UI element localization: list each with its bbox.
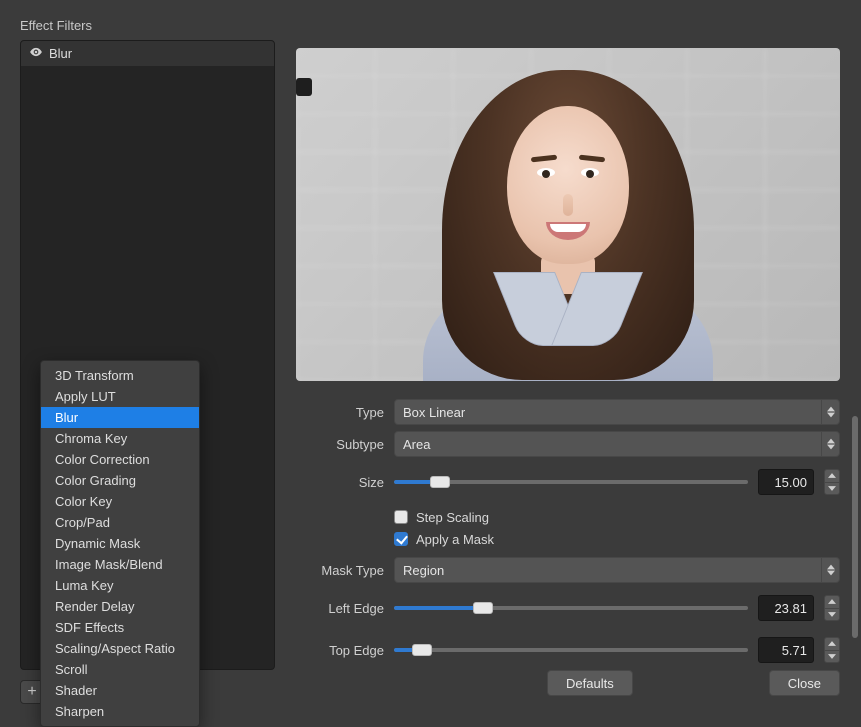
menu-item-render-delay[interactable]: Render Delay <box>41 596 199 617</box>
step-scaling-label: Step Scaling <box>416 510 489 525</box>
apply-mask-label: Apply a Mask <box>416 532 494 547</box>
filter-list-item-label: Blur <box>49 46 72 61</box>
stepper-down-icon[interactable] <box>824 608 840 622</box>
size-row: Size 15.00 <box>296 466 840 498</box>
subtype-label: Subtype <box>296 437 384 452</box>
menu-item-scaling-aspect-ratio[interactable]: Scaling/Aspect Ratio <box>41 638 199 659</box>
mask-type-dropdown[interactable]: Region <box>394 557 840 583</box>
left-edge-row: Left Edge 23.81 <box>296 592 840 624</box>
mask-type-label: Mask Type <box>296 563 384 578</box>
panel-title: Effect Filters <box>20 18 92 33</box>
menu-item-image-mask-blend[interactable]: Image Mask/Blend <box>41 554 199 575</box>
stepper-up-icon[interactable] <box>824 637 840 650</box>
menu-item-chroma-key[interactable]: Chroma Key <box>41 428 199 449</box>
left-edge-slider[interactable] <box>394 595 748 621</box>
menu-item-shader[interactable]: Shader <box>41 680 199 701</box>
subtype-dropdown[interactable]: Area <box>394 431 840 457</box>
close-button[interactable]: Close <box>769 670 840 696</box>
type-label: Type <box>296 405 384 420</box>
size-value[interactable]: 15.00 <box>758 469 814 495</box>
menu-item-dynamic-mask[interactable]: Dynamic Mask <box>41 533 199 554</box>
type-dropdown[interactable]: Box Linear <box>394 399 840 425</box>
subtype-dropdown-value: Area <box>403 437 430 452</box>
step-scaling-checkbox[interactable] <box>394 510 408 524</box>
menu-item-crop-pad[interactable]: Crop/Pad <box>41 512 199 533</box>
stepper-up-icon[interactable] <box>824 595 840 608</box>
top-edge-stepper[interactable] <box>824 637 840 663</box>
mask-type-row: Mask Type Region <box>296 554 840 586</box>
menu-item-apply-lut[interactable]: Apply LUT <box>41 386 199 407</box>
stepper-up-icon[interactable] <box>824 469 840 482</box>
subtype-row: Subtype Area <box>296 428 840 460</box>
add-filter-menu[interactable]: 3D Transform Apply LUT Blur Chroma Key C… <box>40 360 200 727</box>
menu-item-3d-transform[interactable]: 3D Transform <box>41 365 199 386</box>
size-stepper[interactable] <box>824 469 840 495</box>
visibility-icon[interactable] <box>29 45 43 62</box>
dialog-footer: Defaults Close <box>296 668 840 698</box>
size-slider[interactable] <box>394 469 748 495</box>
settings-scrollbar[interactable] <box>852 416 858 638</box>
apply-mask-row: Apply a Mask <box>296 528 840 550</box>
menu-item-luma-key[interactable]: Luma Key <box>41 575 199 596</box>
preview-dark-corner <box>296 78 312 96</box>
menu-item-color-correction[interactable]: Color Correction <box>41 449 199 470</box>
apply-mask-checkbox[interactable] <box>394 532 408 546</box>
menu-item-color-key[interactable]: Color Key <box>41 491 199 512</box>
top-edge-label: Top Edge <box>296 643 384 658</box>
left-edge-stepper[interactable] <box>824 595 840 621</box>
defaults-button[interactable]: Defaults <box>547 670 633 696</box>
plus-icon: + <box>27 684 36 700</box>
menu-item-scroll[interactable]: Scroll <box>41 659 199 680</box>
filter-preview <box>296 48 840 381</box>
menu-item-color-grading[interactable]: Color Grading <box>41 470 199 491</box>
preview-person-placeholder <box>398 48 738 381</box>
step-scaling-row: Step Scaling <box>296 506 840 528</box>
mask-type-dropdown-value: Region <box>403 563 444 578</box>
type-row: Type Box Linear <box>296 396 840 428</box>
dropdown-stepper-icon <box>821 558 839 582</box>
top-edge-row: Top Edge 5.71 <box>296 634 840 666</box>
filter-settings: Type Box Linear Subtype Area Size 15.00 <box>296 396 840 666</box>
menu-item-sdf-effects[interactable]: SDF Effects <box>41 617 199 638</box>
top-edge-slider[interactable] <box>394 637 748 663</box>
dropdown-stepper-icon <box>821 432 839 456</box>
type-dropdown-value: Box Linear <box>403 405 465 420</box>
filter-list-item[interactable]: Blur <box>21 41 274 66</box>
dropdown-stepper-icon <box>821 400 839 424</box>
left-edge-value[interactable]: 23.81 <box>758 595 814 621</box>
top-edge-value[interactable]: 5.71 <box>758 637 814 663</box>
menu-item-blur[interactable]: Blur <box>41 407 199 428</box>
menu-item-sharpen[interactable]: Sharpen <box>41 701 199 722</box>
left-edge-label: Left Edge <box>296 601 384 616</box>
stepper-down-icon[interactable] <box>824 650 840 664</box>
stepper-down-icon[interactable] <box>824 482 840 496</box>
size-label: Size <box>296 475 384 490</box>
